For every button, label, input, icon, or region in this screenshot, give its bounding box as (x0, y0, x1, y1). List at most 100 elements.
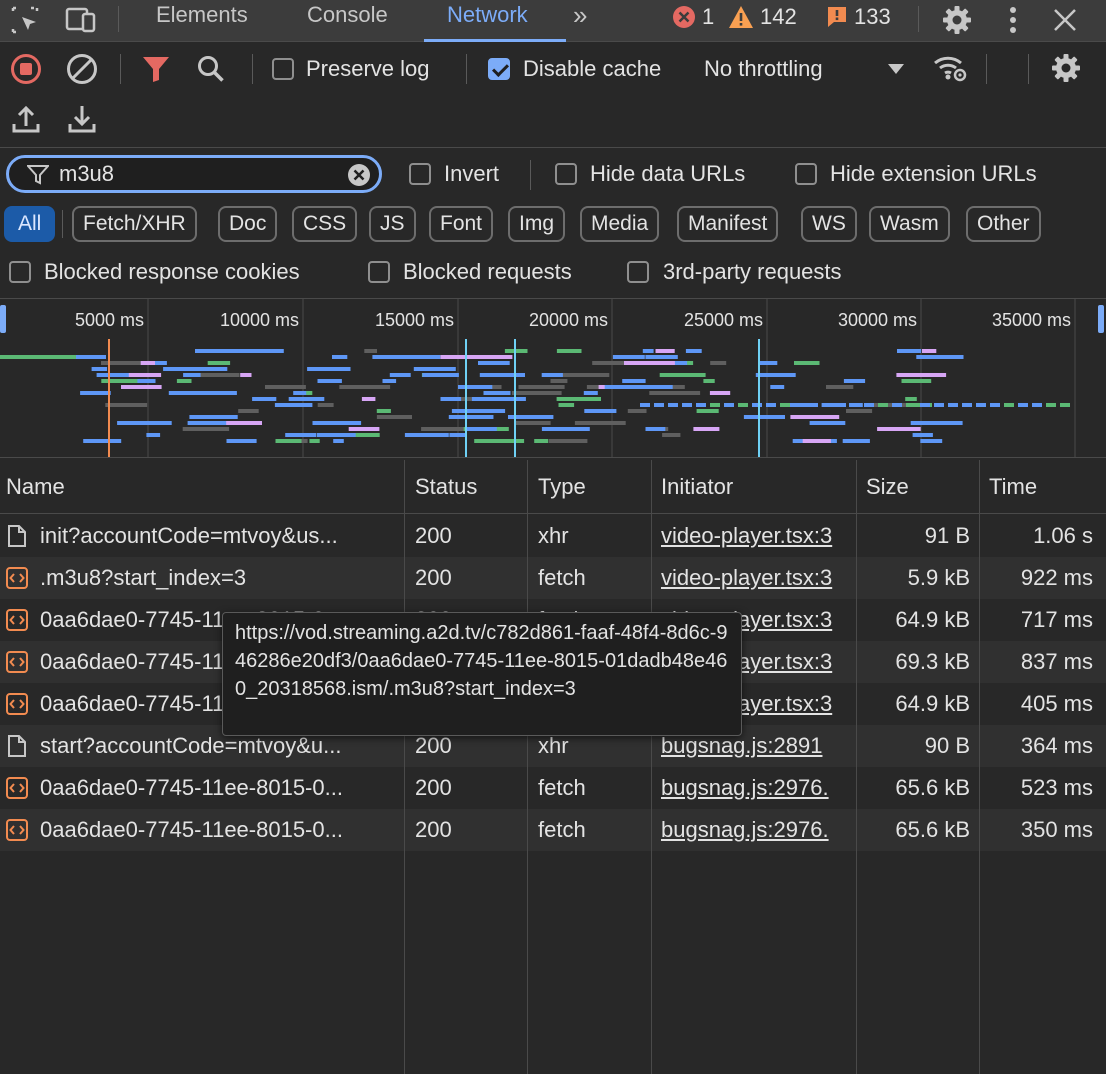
overview-request-bar (920, 439, 943, 443)
type-filter-ws[interactable]: WS (801, 206, 857, 242)
type-filter-img[interactable]: Img (508, 206, 566, 242)
third-party-checkbox[interactable] (627, 261, 649, 283)
overview-request-bar (654, 403, 664, 407)
clear-log-icon[interactable] (66, 53, 98, 85)
type-filter-manifest[interactable]: Manifest (677, 206, 779, 242)
column-header-size[interactable]: Size (860, 460, 909, 514)
request-initiator[interactable]: video-player.tsx:3 (661, 515, 855, 557)
filter-icon[interactable] (142, 55, 170, 83)
filter-input-box[interactable] (6, 155, 382, 193)
column-header-type[interactable]: Type (532, 460, 586, 514)
overview-request-bar (627, 409, 647, 413)
fetch-icon (6, 819, 28, 841)
preserve-log-checkbox[interactable] (272, 58, 294, 80)
column-divider[interactable] (651, 460, 652, 1074)
type-filter-doc[interactable]: Doc (218, 206, 278, 242)
issues-counter[interactable]: 133 (826, 3, 891, 31)
overview-request-bar (802, 439, 831, 443)
column-header-name[interactable]: Name (0, 460, 65, 514)
type-filter-js[interactable]: JS (369, 206, 416, 242)
stop-recording-icon[interactable] (10, 53, 42, 85)
errors-counter[interactable]: 1 (672, 3, 714, 31)
invert-label: Invert (444, 161, 500, 186)
column-divider[interactable] (856, 460, 857, 1074)
request-initiator[interactable]: bugsnag.js:2976. (661, 767, 855, 809)
tab-elements[interactable]: Elements (156, 0, 248, 42)
invert-checkbox[interactable] (409, 163, 431, 185)
disable-cache-checkbox[interactable] (488, 58, 510, 80)
chevron-down-icon[interactable] (886, 62, 906, 76)
request-size: 91 B (924, 523, 970, 548)
request-name[interactable]: init?accountCode=mtvoy&us... (40, 515, 398, 557)
request-size: 64.9 kB (895, 607, 970, 632)
type-filter-css[interactable]: CSS (292, 206, 358, 242)
more-tabs-icon[interactable]: » (573, 0, 587, 42)
type-filter-font[interactable]: Font (429, 206, 494, 242)
overview-request-bar (514, 421, 551, 425)
table-row[interactable]: .m3u8?start_index=3 200 fetch video-player.… (0, 557, 1106, 599)
overview-request-bar (458, 385, 493, 389)
overview-tick-label: 5000 ms (75, 310, 144, 330)
blocked-requests-checkbox[interactable] (368, 261, 390, 283)
inspect-element-icon[interactable] (8, 3, 42, 37)
request-initiator[interactable]: bugsnag.js:2976. (661, 809, 855, 851)
column-divider[interactable] (404, 460, 405, 1074)
overview-request-bar (372, 355, 414, 359)
column-divider[interactable] (979, 460, 980, 1074)
import-har-icon[interactable] (12, 104, 40, 134)
third-party-label: 3rd-party requests (663, 259, 842, 284)
column-header-time[interactable]: Time (983, 460, 1037, 514)
overview-request-bar (534, 439, 549, 443)
table-row[interactable]: init?accountCode=mtvoy&us... 200 xhr video-… (0, 515, 1106, 557)
overview-request-bar (478, 361, 510, 365)
request-time: 922 ms (1020, 565, 1093, 590)
clear-filter-icon[interactable] (347, 163, 371, 187)
overview-request-bar (906, 403, 916, 407)
device-toolbar-icon[interactable] (64, 3, 98, 37)
overview-request-bar (709, 391, 731, 395)
request-name[interactable]: .m3u8?start_index=3 (40, 557, 398, 599)
throttling-select[interactable]: No throttling (704, 56, 823, 82)
network-overview[interactable]: 5000 ms 10000 ms 15000 ms 20000 ms 25000 ms 3… (0, 298, 1106, 458)
overview-request-bar (226, 439, 257, 443)
overview-left-handle[interactable] (0, 305, 6, 333)
close-icon[interactable] (1048, 3, 1082, 37)
warning-icon (728, 5, 754, 29)
overview-request-bar (910, 421, 963, 425)
overview-request-bar (696, 403, 706, 407)
column-divider[interactable] (527, 460, 528, 1074)
request-initiator[interactable]: video-player.tsx:3 (661, 557, 855, 599)
hide-data-urls-checkbox[interactable] (555, 163, 577, 185)
filter-input[interactable] (59, 161, 339, 187)
overview-right-handle[interactable] (1098, 305, 1104, 333)
tab-console[interactable]: Console (307, 0, 388, 42)
more-options-icon[interactable] (996, 3, 1030, 37)
type-filter-other[interactable]: Other (966, 206, 1041, 242)
request-name[interactable]: 0aa6dae0-7745-11ee-8015-0... (40, 809, 398, 851)
type-filter-fetch-xhr[interactable]: Fetch/XHR (72, 206, 197, 242)
network-settings-gear-icon[interactable] (1050, 52, 1082, 84)
blocked-cookies-checkbox[interactable] (9, 261, 31, 283)
column-header-initiator[interactable]: Initiator (655, 460, 733, 514)
overview-request-bar (710, 361, 727, 365)
warnings-counter[interactable]: 142 (728, 3, 797, 31)
request-name[interactable]: 0aa6dae0-7745-11ee-8015-0... (40, 767, 398, 809)
request-size: 5.9 kB (907, 565, 970, 590)
overview-request-bar (583, 391, 598, 395)
settings-gear-icon[interactable] (940, 3, 974, 37)
type-filter-all[interactable]: All (4, 206, 56, 242)
type-filter-wasm[interactable]: Wasm (869, 206, 950, 242)
hide-extension-urls-checkbox[interactable] (795, 163, 817, 185)
overview-request-bar (640, 403, 650, 407)
table-row[interactable]: 0aa6dae0-7745-11ee-8015-0... 200 fetch bugs… (0, 809, 1106, 851)
overview-request-bar (309, 439, 320, 443)
export-har-icon[interactable] (68, 104, 96, 134)
column-header-status[interactable]: Status (409, 460, 477, 514)
type-filter-media[interactable]: Media (580, 206, 660, 242)
search-icon[interactable] (196, 54, 226, 84)
network-conditions-icon[interactable] (932, 52, 968, 84)
table-row[interactable]: 0aa6dae0-7745-11ee-8015-0... 200 fetch bugs… (0, 767, 1106, 809)
request-time: 523 ms (1020, 775, 1093, 800)
toolbar-separator (1028, 54, 1029, 84)
tab-network[interactable]: Network (424, 0, 566, 42)
